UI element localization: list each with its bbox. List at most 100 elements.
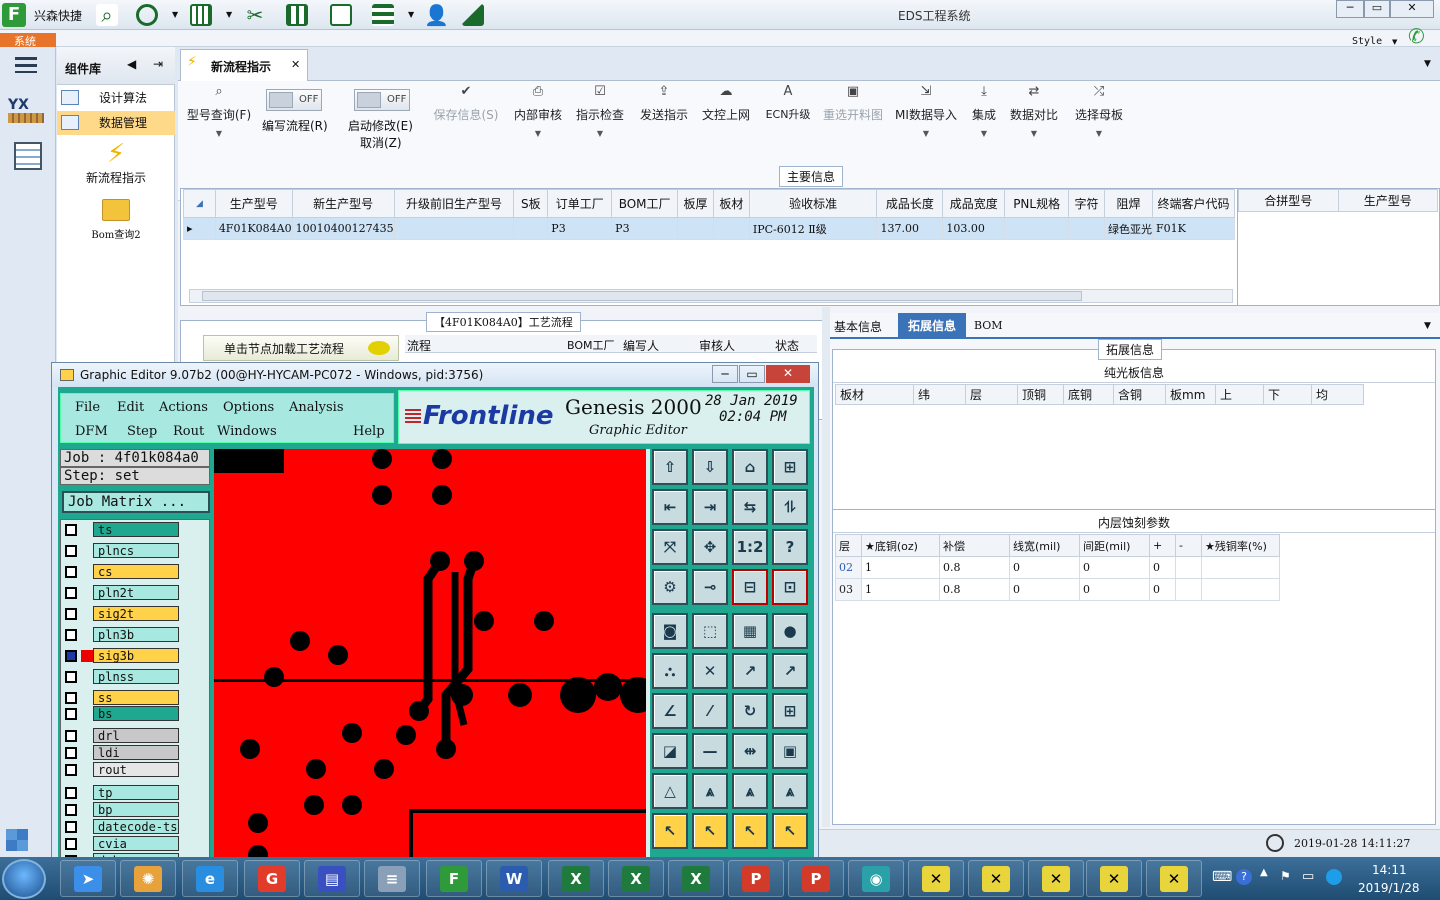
swap-icon[interactable]: ⇆: [732, 489, 768, 525]
connect-icon[interactable]: ⛬: [652, 653, 688, 689]
menu-file[interactable]: File: [75, 400, 100, 415]
tile-bom-query[interactable]: Bom查询2: [57, 197, 175, 245]
text-down-icon[interactable]: ⩓: [772, 773, 808, 809]
column-header[interactable]: 板材: [712, 189, 750, 218]
pointer-alt-icon[interactable]: ↖: [692, 813, 728, 849]
layer-name[interactable]: ss: [93, 690, 179, 705]
table-cell[interactable]: 绿色亚光: [1103, 217, 1153, 240]
menu-analysis[interactable]: Analysis: [289, 400, 344, 415]
table-cell[interactable]: 1: [861, 556, 940, 579]
taskbar-app-genesis-3[interactable]: ✕: [1028, 860, 1084, 897]
table-cell[interactable]: 103.00: [942, 217, 1006, 240]
column-header[interactable]: 线宽(mil): [1009, 534, 1080, 557]
layer-row[interactable]: rout: [61, 762, 185, 778]
integrate-button[interactable]: ⤓ 集成 ▼: [966, 84, 1002, 184]
column-header[interactable]: 生产型号: [214, 189, 293, 218]
mi-import-button[interactable]: ⇲ MI数据导入 ▼: [894, 84, 958, 184]
snap-right-icon[interactable]: ⇥: [692, 489, 728, 525]
clock-time[interactable]: 14:11: [1372, 863, 1407, 877]
windows-grid-icon[interactable]: [6, 829, 28, 851]
column-header[interactable]: 订单工厂: [547, 189, 613, 218]
layer-checkbox[interactable]: [65, 671, 77, 683]
layer-name[interactable]: plnss: [93, 669, 179, 684]
chevron-down-icon[interactable]: ▼: [1392, 38, 1397, 46]
layer-name[interactable]: pln2t: [93, 585, 179, 600]
nav-item-data-management[interactable]: 数据管理: [57, 111, 175, 135]
fit-icon[interactable]: ⊞: [772, 449, 808, 485]
layer-on-icon[interactable]: ⊟: [732, 569, 768, 605]
layer-checkbox[interactable]: [65, 524, 77, 536]
layer-checkbox[interactable]: [65, 629, 77, 641]
layer-name[interactable]: drl: [93, 728, 179, 743]
pad-icon[interactable]: ●: [772, 613, 808, 649]
taskbar-app-excel-3[interactable]: X: [668, 860, 724, 897]
column-header[interactable]: 顶铜: [1017, 384, 1064, 405]
table-cell[interactable]: [1201, 556, 1280, 579]
chevron-down-icon[interactable]: ▼: [226, 10, 232, 19]
dash-icon[interactable]: —: [692, 733, 728, 769]
collapse-left-icon[interactable]: ◀: [127, 57, 136, 71]
start-button[interactable]: [2, 859, 46, 899]
taskbar-app-excel-2[interactable]: X: [608, 860, 664, 897]
layer-checkbox[interactable]: [65, 650, 77, 662]
layer-row[interactable]: bp: [61, 802, 185, 818]
table-cell[interactable]: [1175, 578, 1202, 601]
taskbar-app-eye[interactable]: ◉: [848, 860, 904, 897]
tab-basic-info[interactable]: 基本信息: [834, 318, 882, 335]
taskbar-app-eds[interactable]: F: [426, 860, 482, 897]
table-cell[interactable]: 137.00: [876, 217, 944, 240]
menu-rout[interactable]: Rout: [173, 424, 204, 439]
chart-icon[interactable]: [462, 4, 484, 26]
move-down-icon[interactable]: ⇩: [692, 449, 728, 485]
table-cell[interactable]: P3: [611, 217, 679, 240]
start-modify-toggle[interactable]: OFF: [354, 89, 410, 111]
tab-extended-info[interactable]: 拓展信息: [898, 313, 966, 339]
taskbar-app-gbrowser[interactable]: G: [244, 860, 300, 897]
line-icon[interactable]: ↗: [732, 653, 768, 689]
internal-review-button[interactable]: ⎙ 内部审核 ▼: [510, 84, 566, 184]
table-cell[interactable]: 0: [1149, 556, 1176, 579]
taskbar-app-genesis-1[interactable]: ✕: [908, 860, 964, 897]
yx-module-icon[interactable]: YX: [8, 97, 44, 131]
column-header[interactable]: 成品宽度: [942, 189, 1006, 218]
layer-name[interactable]: plncs: [93, 543, 179, 558]
layer-name[interactable]: cvia: [93, 836, 179, 851]
taskbar-app-ie[interactable]: e: [182, 860, 238, 897]
table-cell[interactable]: IPC-6012 Ⅱ级: [748, 217, 878, 240]
hamburger-menu-icon[interactable]: [15, 57, 37, 73]
action-center-icon[interactable]: ⚑: [1280, 869, 1291, 883]
column-header[interactable]: 间距(mil): [1079, 534, 1150, 557]
menu-options[interactable]: Options: [223, 400, 274, 415]
resize-icon[interactable]: ⇹: [732, 733, 768, 769]
column-header[interactable]: 底铜: [1063, 384, 1114, 405]
layer-row[interactable]: ldi: [61, 745, 185, 761]
browser-tray-icon[interactable]: [1326, 869, 1342, 885]
column-header[interactable]: 纬: [913, 384, 966, 405]
table-row[interactable]: 02 1 0.8 0 0 0: [835, 556, 1280, 579]
menu-edit[interactable]: Edit: [117, 400, 144, 415]
table-cell[interactable]: [513, 217, 549, 240]
layer-checkbox[interactable]: [65, 838, 77, 850]
column-header[interactable]: 字符: [1068, 189, 1105, 218]
pan-icon[interactable]: ✥: [692, 529, 728, 565]
layer-row[interactable]: ss: [61, 690, 185, 706]
taskbar-app-excel-1[interactable]: X: [548, 860, 604, 897]
taskbar-app-word[interactable]: W: [486, 860, 542, 897]
tile-new-flow-indicator[interactable]: ⚡ 新流程指示: [57, 139, 175, 187]
data-compare-button[interactable]: ⇄ 数据对比 ▼: [1008, 84, 1060, 184]
pointer-multi-icon[interactable]: ↖: [772, 813, 808, 849]
move-up-icon[interactable]: ⇧: [652, 449, 688, 485]
network-icon[interactable]: ▭: [1302, 869, 1314, 884]
pointer-box-icon[interactable]: ↖: [732, 813, 768, 849]
layer-checkbox[interactable]: [65, 692, 77, 704]
layer-name[interactable]: sig2t: [93, 606, 179, 621]
arc-icon[interactable]: ↗: [772, 653, 808, 689]
globe-icon[interactable]: [136, 4, 158, 26]
pin-icon[interactable]: ⇥: [153, 57, 163, 71]
layer-checkbox[interactable]: [65, 708, 77, 720]
layer-checkbox[interactable]: [65, 608, 77, 620]
layer-name[interactable]: rout: [93, 762, 179, 777]
table-cell[interactable]: 0.8: [939, 578, 1010, 601]
tab-menu-arrow-icon[interactable]: ▼: [1424, 59, 1431, 69]
layer-row[interactable]: sig3b: [61, 648, 185, 664]
